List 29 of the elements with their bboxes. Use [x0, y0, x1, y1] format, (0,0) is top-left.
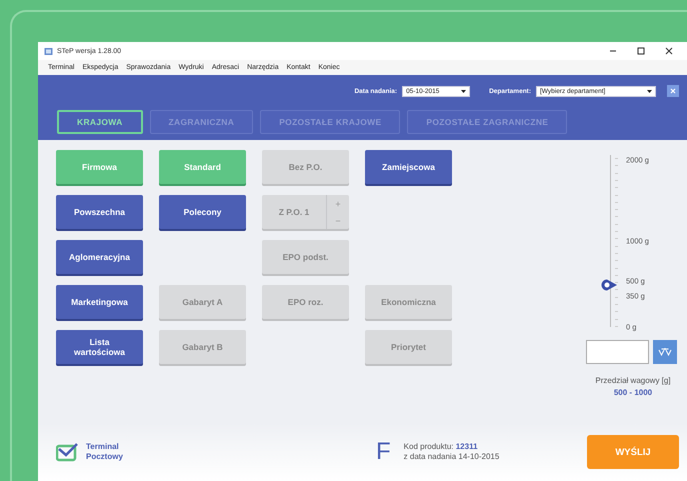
option-button[interactable]: Lista wartościowa	[56, 330, 143, 364]
option-button[interactable]: Marketingowa	[56, 285, 143, 319]
product-code-text: Kod produktu: 12311	[404, 442, 479, 452]
scale-button[interactable]	[652, 340, 676, 364]
weight-range-value: 500 - 1000	[614, 388, 652, 397]
slider-thumb[interactable]	[601, 278, 617, 290]
tab[interactable]: POZOSTAŁE KRAJOWE	[260, 110, 400, 134]
option-button[interactable]: Standard	[159, 150, 246, 184]
weight-input-field[interactable]	[586, 340, 648, 364]
option-button[interactable]: Powszechna	[56, 195, 143, 229]
option-button[interactable]: Firmowa	[56, 150, 143, 184]
balance-scale-icon	[658, 347, 672, 357]
clear-button[interactable]	[667, 85, 679, 97]
category-letter: F	[376, 438, 391, 466]
option-button[interactable]: Aglomeracyjna	[56, 240, 143, 274]
dropdown-arrow-icon	[647, 90, 652, 92]
tab[interactable]: KRAJOWA	[57, 110, 143, 134]
logo-text: Terminal Pocztowy	[86, 442, 124, 462]
app-icon	[44, 46, 53, 56]
option-button[interactable]: Zamiejscowa	[365, 150, 452, 184]
send-date-text: z data nadania 14-10-2015	[404, 452, 500, 462]
send-button[interactable]: WYŚLIJ	[587, 435, 679, 469]
close-icon	[670, 88, 676, 94]
dropdown-arrow-icon	[461, 90, 466, 92]
tab[interactable]: POZOSTAŁE ZAGRANICZNE	[407, 110, 568, 134]
option-button[interactable]: Polecony	[159, 195, 246, 229]
envelope-check-icon	[56, 442, 80, 462]
tab[interactable]: ZAGRANICZNA	[150, 110, 254, 134]
weight-range-label: Przedział wagowy [g]	[595, 376, 671, 385]
